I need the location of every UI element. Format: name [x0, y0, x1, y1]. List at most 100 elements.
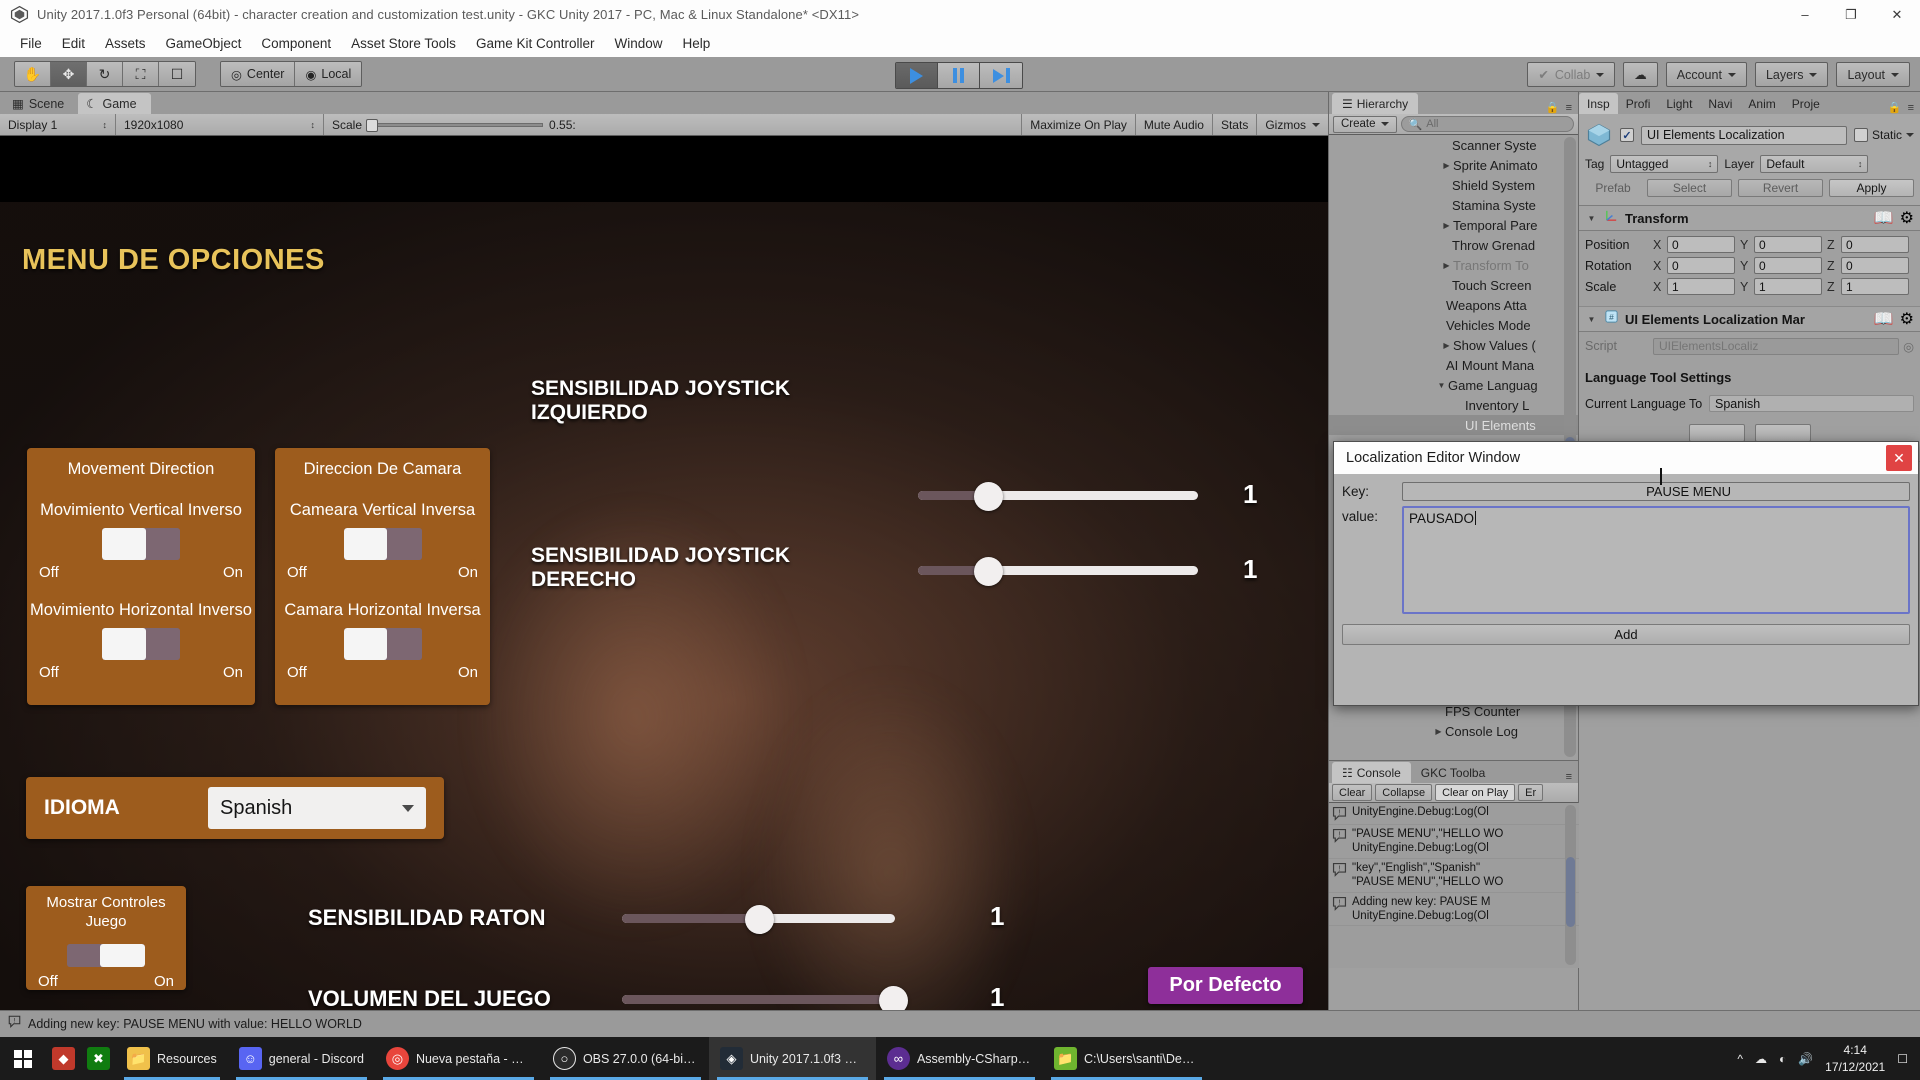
taskbar-item-unity[interactable]: ◈ Unity 2017.1.0f3 Per...	[708, 1037, 876, 1080]
prefab-select-button[interactable]: Select	[1647, 179, 1732, 197]
tag-dropdown[interactable]: Untagged ↕	[1610, 155, 1719, 173]
prefab-apply-button[interactable]: Apply	[1829, 179, 1914, 197]
tab-lighting[interactable]: Light	[1658, 93, 1700, 114]
console-scrollbar[interactable]	[1565, 805, 1576, 965]
static-toggle[interactable]: ✓ Static	[1853, 128, 1914, 142]
taskbar-item-explorer[interactable]: 📁 C:\Users\santi\Desk...	[1043, 1037, 1210, 1080]
notification-icon[interactable]: ☐	[1897, 1052, 1908, 1066]
localization-component-header[interactable]: ▼ # UI Elements Localization Mar 📖 ⚙	[1579, 307, 1920, 332]
resolution-dropdown[interactable]: 1920x1080 ↕	[116, 114, 324, 135]
layer-dropdown[interactable]: Default ↕	[1760, 155, 1869, 173]
hierarchy-item[interactable]: Inventory L	[1329, 395, 1579, 415]
tab-hierarchy[interactable]: ☰ Hierarchy	[1332, 93, 1419, 114]
localization-window-titlebar[interactable]: Localization Editor Window ✕	[1334, 442, 1918, 474]
console-entry[interactable]: ! "key","English","Spanish" "PAUSE MENU"…	[1329, 859, 1579, 893]
tab-profiler[interactable]: Profi	[1618, 93, 1659, 114]
tab-project[interactable]: Proje	[1784, 93, 1828, 114]
pinned-xbox-game-bar[interactable]: ◆	[46, 1037, 81, 1080]
key-input[interactable]: PAUSE MENU	[1402, 482, 1910, 501]
hierarchy-search-input[interactable]: 🔍 All	[1400, 116, 1574, 132]
pinned-xbox[interactable]: ✖	[81, 1037, 116, 1080]
tab-game[interactable]: ☾ Game	[78, 93, 151, 114]
position-y-field[interactable]: 0	[1754, 236, 1822, 253]
gear-icon[interactable]: ⚙	[1900, 309, 1914, 329]
console-collapse-button[interactable]: Collapse	[1375, 784, 1433, 801]
tab-gkc-toolbar[interactable]: GKC Toolba	[1411, 762, 1495, 783]
scale-slider[interactable]	[366, 118, 544, 132]
chevron-down-icon[interactable]: ▼	[1585, 315, 1598, 324]
chevron-up-icon[interactable]: ^	[1737, 1052, 1743, 1066]
hierarchy-item[interactable]: Weapons Atta	[1329, 295, 1579, 315]
lock-icon[interactable]: 🔒	[1546, 101, 1560, 114]
start-button[interactable]	[0, 1037, 46, 1080]
chevron-right-icon[interactable]: ▶	[1440, 341, 1453, 350]
unity-status-bar[interactable]: ! Adding new key: PAUSE MENU with value:…	[0, 1010, 1920, 1037]
scale-z-field[interactable]: 1	[1841, 278, 1909, 295]
toggle-movimiento-horizontal-inverso[interactable]	[102, 628, 180, 660]
language-button-2[interactable]	[1754, 424, 1811, 442]
por-defecto-button[interactable]: Por Defecto	[1148, 967, 1303, 1004]
gear-icon[interactable]: ⚙	[1900, 208, 1914, 228]
book-help-icon[interactable]: 📖	[1874, 309, 1894, 329]
menu-item-asset-store-tools[interactable]: Asset Store Tools	[341, 36, 466, 51]
mute-audio-toggle[interactable]: Mute Audio	[1136, 114, 1213, 135]
move-tool-icon[interactable]: ✥	[51, 62, 87, 86]
language-button-1[interactable]	[1688, 424, 1745, 442]
menu-item-help[interactable]: Help	[673, 36, 721, 51]
toggle-mostrar-controles[interactable]	[67, 943, 145, 967]
hierarchy-item[interactable]: AI Mount Mana	[1329, 355, 1579, 375]
console-entry[interactable]: ! "PAUSE MENU","HELLO WO UnityEngine.Deb…	[1329, 825, 1579, 859]
stats-toggle[interactable]: Stats	[1213, 114, 1258, 135]
rotation-z-field[interactable]: 0	[1841, 257, 1909, 274]
object-picker-icon[interactable]: ◎	[1903, 339, 1914, 354]
current-language-field[interactable]: Spanish	[1709, 395, 1914, 412]
onedrive-icon[interactable]: ☁	[1755, 1052, 1767, 1066]
layout-button[interactable]: Layout	[1836, 62, 1910, 87]
minimize-button[interactable]: –	[1782, 0, 1828, 29]
console-entry[interactable]: ! UnityEngine.Debug:Log(Ol	[1329, 803, 1579, 825]
taskbar-item-discord[interactable]: ☺ general - Discord	[228, 1037, 375, 1080]
menu-item-gameobject[interactable]: GameObject	[156, 36, 252, 51]
volume-icon[interactable]: 🔊	[1798, 1052, 1813, 1066]
gameobject-enabled-checkbox[interactable]: ✓	[1620, 128, 1634, 142]
pause-button[interactable]	[938, 63, 980, 88]
close-icon[interactable]: ✕	[1886, 445, 1912, 471]
slider-joystick-izquierdo[interactable]	[918, 482, 1198, 511]
maximize-button[interactable]: ❐	[1828, 0, 1874, 29]
hierarchy-item[interactable]: ▶ Show Values (	[1329, 335, 1579, 355]
hierarchy-item[interactable]: ▶ Transform To	[1329, 255, 1579, 275]
menu-item-edit[interactable]: Edit	[52, 36, 95, 51]
value-textarea[interactable]: PAUSADO	[1402, 506, 1910, 614]
rotate-tool-icon[interactable]: ↻	[87, 62, 123, 86]
rotation-x-field[interactable]: 0	[1667, 257, 1735, 274]
chevron-right-icon[interactable]: ▶	[1432, 727, 1445, 736]
taskbar-item-obs[interactable]: ○ OBS 27.0.0 (64-bit, ...	[542, 1037, 709, 1080]
hierarchy-item[interactable]: ▶ Temporal Pare	[1329, 215, 1579, 235]
toggle-camara-horizontal-inversa[interactable]	[343, 628, 422, 660]
pivot-rotation-button[interactable]: ◉ Local	[295, 62, 362, 86]
chevron-down-icon[interactable]	[1906, 133, 1914, 137]
hierarchy-item[interactable]: Throw Grenad	[1329, 235, 1579, 255]
console-log-list[interactable]: ! UnityEngine.Debug:Log(Ol ! "PAUSE MENU…	[1329, 803, 1579, 968]
hierarchy-item[interactable]: Scanner Syste	[1329, 135, 1579, 155]
chevron-right-icon[interactable]: ▶	[1440, 161, 1453, 170]
static-checkbox[interactable]: ✓	[1853, 128, 1868, 142]
network-icon[interactable]: ◐	[1779, 1052, 1786, 1066]
scale-slider-group[interactable]: Scale 0.55:	[324, 114, 584, 135]
tab-console[interactable]: ☷ Console	[1332, 762, 1411, 783]
slider-knob[interactable]	[974, 482, 1003, 511]
close-button[interactable]: ✕	[1874, 0, 1920, 29]
scale-y-field[interactable]: 1	[1754, 278, 1822, 295]
console-clear-on-play-button[interactable]: Clear on Play	[1435, 784, 1516, 801]
position-z-field[interactable]: 0	[1841, 236, 1909, 253]
slider-knob[interactable]	[879, 986, 908, 1010]
script-value-field[interactable]: UIElementsLocaliz	[1653, 337, 1900, 355]
idioma-select[interactable]: Spanish	[208, 787, 426, 829]
toggle-movimiento-vertical-inverso[interactable]	[102, 528, 180, 560]
slider-knob[interactable]	[744, 905, 774, 934]
lock-icon[interactable]: 🔒	[1888, 101, 1902, 114]
slider-volumen-del-juego[interactable]	[622, 986, 908, 1010]
step-button[interactable]	[980, 63, 1022, 88]
play-button[interactable]	[896, 63, 938, 88]
chevron-down-icon[interactable]: ▼	[1435, 381, 1448, 390]
